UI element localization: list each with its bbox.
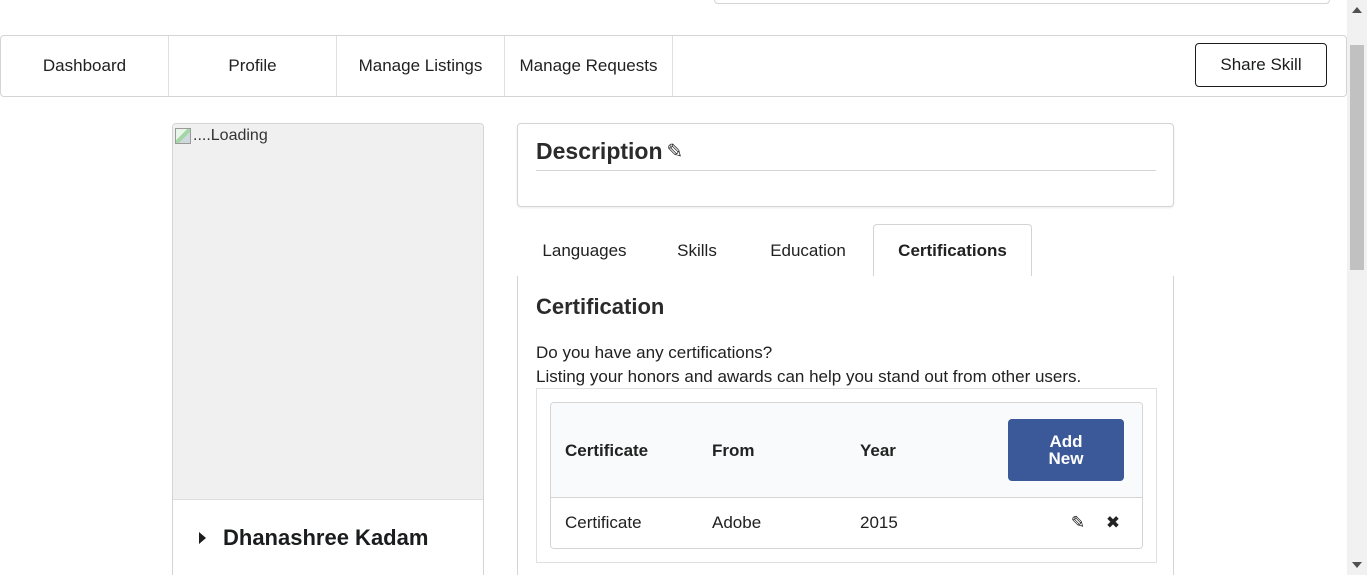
certification-table-container: Certificate From Year Add New Certificat… bbox=[536, 388, 1157, 563]
section-description: Do you have any certifications? Listing … bbox=[536, 341, 1081, 389]
menu-item-manage-listings[interactable]: Manage Listings bbox=[337, 36, 505, 96]
broken-image-icon bbox=[175, 128, 191, 144]
section-description-line-1: Do you have any certifications? bbox=[536, 343, 773, 362]
description-card: Description ✎ bbox=[517, 123, 1174, 207]
column-header-certificate: Certificate bbox=[565, 440, 649, 460]
scroll-down-arrow-icon[interactable] bbox=[1347, 555, 1367, 575]
main-menu: Dashboard Profile Manage Listings Manage… bbox=[0, 35, 1347, 97]
caret-right-icon bbox=[199, 532, 206, 544]
add-new-label: Add New bbox=[1048, 432, 1084, 468]
column-header-year: Year bbox=[860, 440, 896, 460]
profile-name-toggle[interactable]: Dhanashree Kadam bbox=[173, 521, 483, 555]
image-alt-text: ....Loading bbox=[193, 127, 268, 144]
certifications-pane: Certification Do you have any certificat… bbox=[517, 276, 1174, 575]
share-skill-button[interactable]: Share Skill bbox=[1195, 43, 1327, 87]
column-header-from: From bbox=[712, 440, 755, 460]
certification-table: Certificate From Year Add New Certificat… bbox=[550, 402, 1143, 549]
pencil-icon[interactable]: ✎ bbox=[1069, 513, 1087, 532]
menu-item-manage-requests[interactable]: Manage Requests bbox=[505, 36, 673, 96]
tab-skills[interactable]: Skills bbox=[657, 224, 737, 277]
broken-image-placeholder: ....Loading bbox=[175, 127, 268, 145]
cell-from: Adobe bbox=[712, 513, 762, 532]
section-title: Certification bbox=[536, 294, 665, 319]
section-description-line-2: Listing your honors and awards can help … bbox=[536, 367, 1082, 386]
profile-tabs: Languages Skills Education Certification… bbox=[517, 224, 1174, 278]
profile-image: ....Loading bbox=[173, 124, 483, 500]
table-header: Certificate From Year Add New bbox=[551, 403, 1142, 498]
vertical-scrollbar[interactable] bbox=[1347, 0, 1367, 575]
menu-item-dashboard[interactable]: Dashboard bbox=[1, 36, 169, 96]
profile-name: Dhanashree Kadam bbox=[223, 525, 429, 550]
top-search-input[interactable] bbox=[714, 0, 1330, 4]
pencil-icon[interactable]: ✎ bbox=[667, 139, 684, 164]
scrollbar-thumb[interactable] bbox=[1350, 45, 1364, 270]
add-new-button[interactable]: Add New bbox=[1008, 419, 1124, 481]
tab-education[interactable]: Education bbox=[754, 224, 862, 277]
description-title: Description bbox=[536, 138, 663, 164]
profile-card: ....Loading Dhanashree Kadam bbox=[172, 123, 484, 575]
cell-year: 2015 bbox=[860, 513, 898, 532]
cell-certificate: Certificate bbox=[565, 513, 642, 532]
divider bbox=[536, 170, 1156, 171]
tab-languages[interactable]: Languages bbox=[527, 224, 642, 277]
table-row: Certificate Adobe 2015 ✎ ✖ bbox=[551, 498, 1142, 548]
tab-certifications[interactable]: Certifications bbox=[873, 224, 1032, 278]
scroll-up-arrow-icon[interactable] bbox=[1347, 0, 1367, 20]
close-icon[interactable]: ✖ bbox=[1104, 513, 1122, 532]
menu-item-profile[interactable]: Profile bbox=[169, 36, 337, 96]
